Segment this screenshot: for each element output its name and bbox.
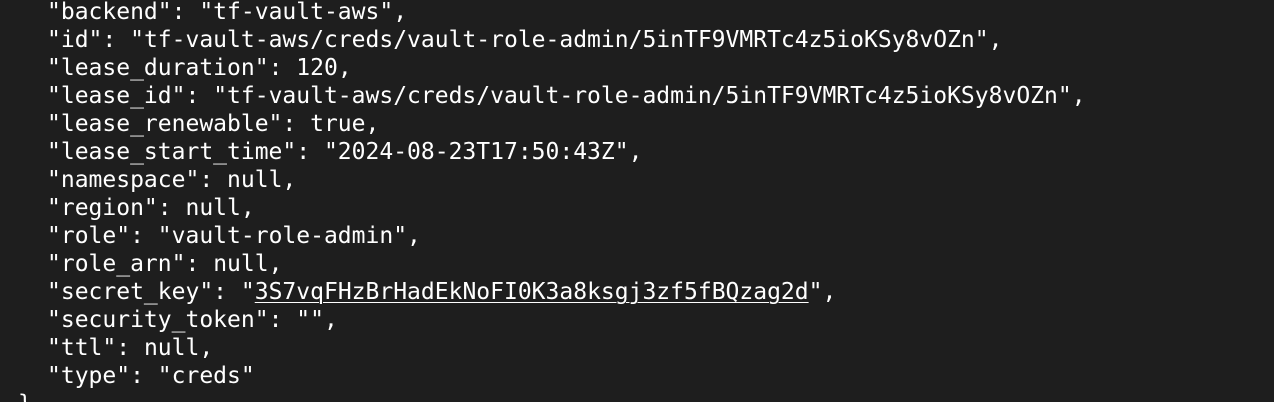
json-value: "tf-vault-aws" bbox=[199, 0, 394, 25]
json-comma: , bbox=[240, 195, 255, 221]
json-separator: : bbox=[213, 279, 241, 305]
json-key: "ttl" bbox=[47, 335, 117, 361]
json-key: "namespace" bbox=[47, 167, 200, 193]
json-comma: , bbox=[282, 167, 297, 193]
json-separator: : bbox=[282, 111, 311, 137]
json-value: "tf-vault-aws/creds/vault-role-admin/5in… bbox=[130, 27, 989, 53]
json-value: "" bbox=[296, 307, 324, 333]
json-separator: : bbox=[268, 55, 297, 81]
json-value: "vault-role-admin" bbox=[157, 223, 408, 249]
json-key: "backend" bbox=[47, 0, 172, 25]
json-value: 120 bbox=[296, 55, 338, 81]
json-closing-brace: } bbox=[0, 390, 1086, 402]
json-line-lease-id: "lease_id": "tf-vault-aws/creds/vault-ro… bbox=[0, 82, 1086, 110]
json-line-id: "id": "tf-vault-aws/creds/vault-role-adm… bbox=[0, 26, 1086, 54]
secret-key-link[interactable]: 3S7vqFHzBrHadEkNoFI0K3a8ksgj3zf5fBQzag2d bbox=[255, 279, 809, 305]
json-separator: : bbox=[199, 167, 228, 193]
json-line-type: "type": "creds" bbox=[0, 362, 1086, 390]
json-separator: : bbox=[157, 195, 186, 221]
json-line-role: "role": "vault-role-admin", bbox=[0, 222, 1086, 250]
json-output: "backend": "tf-vault-aws", "id": "tf-vau… bbox=[0, 0, 1086, 402]
json-value: null bbox=[227, 167, 283, 193]
json-key: "id" bbox=[47, 27, 103, 53]
json-separator: : bbox=[296, 139, 324, 165]
json-key: "lease_id" bbox=[47, 83, 186, 109]
json-value: null bbox=[143, 335, 200, 361]
json-comma: , bbox=[337, 55, 352, 81]
json-key: "type" bbox=[47, 363, 131, 389]
json-line-backend: "backend": "tf-vault-aws", bbox=[0, 0, 1086, 26]
json-line-lease-renewable: "lease_renewable": true, bbox=[0, 110, 1086, 138]
json-comma: , bbox=[407, 223, 421, 249]
json-comma: , bbox=[268, 251, 283, 277]
json-quote-close: " bbox=[808, 279, 823, 305]
json-comma: , bbox=[988, 27, 1003, 53]
json-quote-open: " bbox=[240, 279, 255, 305]
json-comma: , bbox=[365, 111, 380, 137]
json-key: "secret_key" bbox=[47, 279, 214, 305]
json-line-role-arn: "role_arn": null, bbox=[0, 250, 1086, 278]
json-comma: , bbox=[1071, 83, 1086, 109]
json-value: null bbox=[213, 251, 269, 277]
json-key: "security_token" bbox=[47, 307, 269, 333]
json-value: "2024-08-23T17:50:43Z" bbox=[323, 139, 629, 165]
json-key: "lease_renewable" bbox=[47, 111, 283, 137]
json-separator: : bbox=[268, 307, 297, 333]
json-line-security-token: "security_token": "", bbox=[0, 306, 1086, 334]
json-comma: , bbox=[628, 139, 643, 165]
json-comma: , bbox=[393, 0, 408, 25]
json-key: "lease_duration" bbox=[47, 55, 269, 81]
json-line-lease-start-time: "lease_start_time": "2024-08-23T17:50:43… bbox=[0, 138, 1086, 166]
json-line-lease-duration: "lease_duration": 120, bbox=[0, 54, 1086, 82]
json-separator: : bbox=[130, 363, 158, 389]
json-key: "lease_start_time" bbox=[47, 139, 297, 165]
json-line-namespace: "namespace": null, bbox=[0, 166, 1086, 194]
json-comma: , bbox=[323, 307, 338, 333]
json-line-region: "region": null, bbox=[0, 194, 1086, 222]
json-line-ttl: "ttl": null, bbox=[0, 334, 1086, 362]
json-key: "region" bbox=[47, 195, 158, 221]
json-separator: : bbox=[185, 83, 214, 109]
json-line-secret-key: "secret_key": "3S7vqFHzBrHadEkNoFI0K3a8k… bbox=[0, 278, 1086, 306]
json-value: "tf-vault-aws/creds/vault-role-admin/5in… bbox=[213, 83, 1072, 109]
json-comma: , bbox=[822, 279, 837, 305]
terminal-window: "backend": "tf-vault-aws", "id": "tf-vau… bbox=[0, 0, 1274, 402]
json-separator: : bbox=[185, 251, 214, 277]
json-value: true bbox=[310, 111, 366, 137]
json-comma: , bbox=[199, 335, 214, 361]
json-value: null bbox=[185, 195, 241, 221]
json-value: "creds" bbox=[157, 363, 255, 389]
json-separator: : bbox=[102, 27, 131, 53]
json-separator: : bbox=[130, 223, 158, 249]
json-key: "role" bbox=[47, 223, 131, 249]
json-separator: : bbox=[116, 335, 144, 361]
json-separator: : bbox=[171, 0, 200, 25]
json-key: "role_arn" bbox=[47, 251, 186, 277]
